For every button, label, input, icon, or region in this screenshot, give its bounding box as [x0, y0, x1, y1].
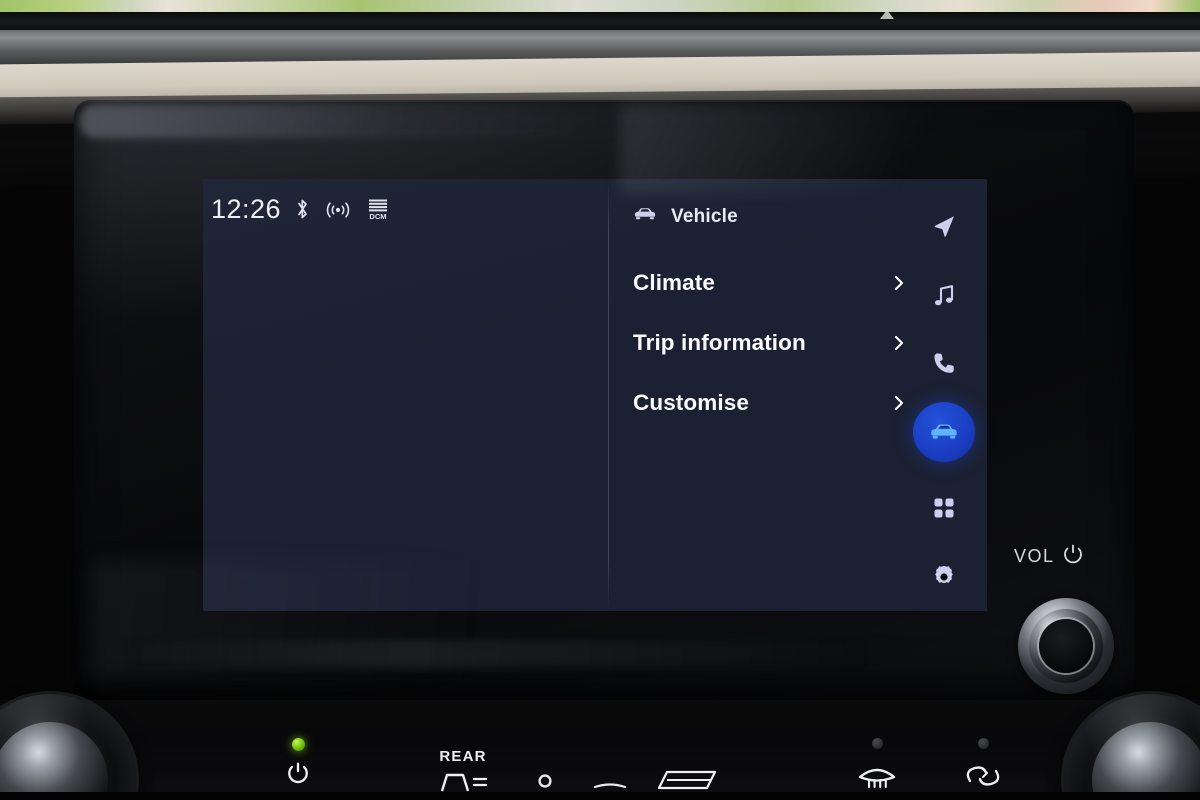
- infotainment-display[interactable]: 12:26 DCM Vehicle Climate Trip informati…: [203, 179, 987, 611]
- main-sidebar: [905, 196, 983, 616]
- wiper-nub: [880, 10, 894, 19]
- volume-label: VOL: [1014, 546, 1055, 566]
- air-recirculation-button[interactable]: [948, 738, 1018, 796]
- left-blank-panel[interactable]: [203, 179, 608, 611]
- car-front-icon: [931, 424, 957, 439]
- sidebar-item-media[interactable]: [913, 265, 975, 325]
- menu-item-climate[interactable]: Climate: [633, 253, 905, 313]
- button-label: REAR: [439, 748, 487, 765]
- phone-icon: [934, 353, 954, 374]
- power-icon: [1062, 543, 1084, 570]
- menu-item-trip-information[interactable]: Trip information: [633, 313, 905, 373]
- dash-icon: [593, 783, 627, 789]
- wireless-signal-icon: [324, 199, 352, 219]
- chevron-right-icon: [893, 394, 905, 412]
- menu-item-customise[interactable]: Customise: [633, 373, 905, 433]
- car-front-icon: [633, 205, 657, 228]
- power-icon: [286, 762, 310, 789]
- bezel-glare-bottom: [120, 640, 960, 668]
- vent-icon: [657, 770, 717, 790]
- sidebar-item-settings[interactable]: [913, 547, 975, 607]
- sidebar-item-apps[interactable]: [913, 479, 975, 539]
- volume-label-group: VOL: [1014, 543, 1084, 570]
- front-defrost-button[interactable]: [842, 738, 912, 798]
- menu-item-label: Trip information: [633, 330, 806, 355]
- navigation-arrow-icon: [934, 216, 954, 237]
- status-led-off: [871, 738, 883, 749]
- sidebar-item-phone[interactable]: [913, 333, 975, 393]
- status-bar: 12:26 DCM: [203, 179, 608, 239]
- menu-item-label: Customise: [633, 390, 749, 415]
- clock: 12:26: [211, 193, 282, 224]
- status-led-green: [291, 738, 305, 751]
- rear-defrost-button[interactable]: REAR: [278, 738, 324, 800]
- sidebar-item-vehicle[interactable]: [913, 402, 975, 462]
- status-led-off: [977, 738, 989, 749]
- apps-grid-icon: [934, 498, 954, 518]
- volume-power-knob[interactable]: [1018, 598, 1114, 694]
- page-title: Vehicle: [671, 205, 738, 227]
- svg-text:DCM: DCM: [369, 212, 386, 221]
- bluetooth-icon: [295, 198, 310, 220]
- gear-icon: [935, 565, 953, 584]
- panel-header: Vehicle: [633, 205, 738, 228]
- chevron-right-icon: [893, 334, 905, 352]
- car-dashboard-scene: 12:26 DCM Vehicle Climate Trip informati…: [0, 0, 1200, 800]
- menu-item-label: Climate: [633, 270, 715, 295]
- panel-bottom-edge: [0, 792, 1200, 800]
- vehicle-menu-list: Climate Trip information Customise: [633, 253, 905, 433]
- dcm-icon: DCM: [366, 197, 390, 221]
- bezel-glare-top: [80, 104, 780, 138]
- climate-control-panel: REAR REAR: [0, 700, 1200, 800]
- music-note-icon: [935, 284, 954, 305]
- circle-outline-icon: [538, 774, 552, 788]
- sidebar-item-navigation[interactable]: [913, 196, 975, 256]
- chevron-right-icon: [893, 274, 905, 292]
